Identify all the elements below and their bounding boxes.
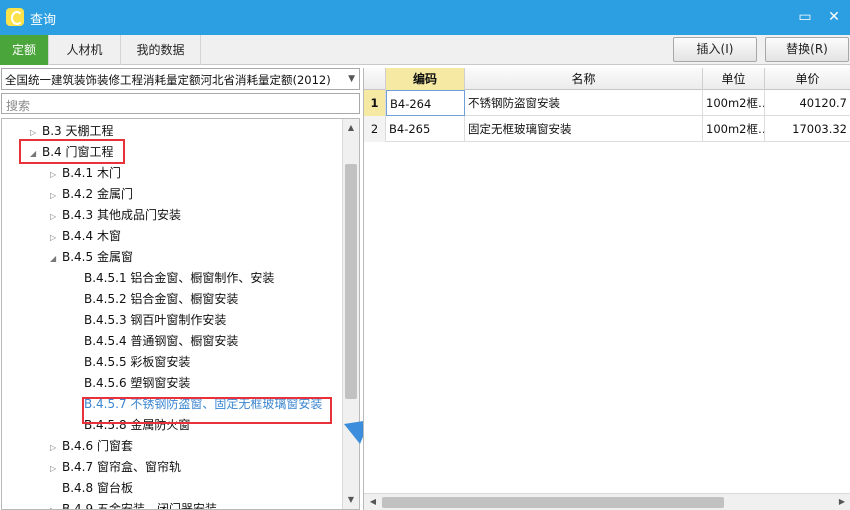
table-row[interactable]: 1 B4-264 不锈钢防盗窗安装 100m2框… 40120.7 [364,90,850,116]
cell-code[interactable]: B4-265 [386,116,465,142]
window-title: 查询 [30,13,57,28]
column-header-name[interactable]: 名称 [465,68,703,90]
tree-item-b454[interactable]: B.4.5.4 普通钢窗、橱窗安装 [84,331,238,352]
cell-unit[interactable]: 100m2框… [703,90,765,116]
insert-button[interactable]: 插入(I) [673,37,757,62]
row-index: 1 [364,90,386,116]
tree-item-b44[interactable]: ▷ B.4.4 木窗 [50,226,121,247]
scroll-thumb[interactable] [345,164,357,399]
title-bar: 查询 ▭ ✕ [0,0,850,35]
tree-item-b42[interactable]: ▷ B.4.2 金属门 [50,184,133,205]
expand-icon[interactable]: ▷ [50,437,62,458]
search-placeholder: 搜索 [6,99,31,113]
annotation-box-b4 [19,139,125,164]
expand-icon[interactable]: ▷ [50,458,62,479]
tree-item-b46[interactable]: ▷ B.4.6 门窗套 [50,436,133,457]
collapse-icon[interactable]: ◢ [50,248,62,269]
left-panel: 全国统一建筑装饰装修工程消耗量定额河北省消耗量定额(2012) ▼ 搜索 ▷ B.… [0,66,361,510]
quota-library-value: 全国统一建筑装饰装修工程消耗量定额河北省消耗量定额(2012) [5,73,331,87]
annotation-box-b457 [82,397,332,424]
scroll-down-icon[interactable]: ▼ [343,492,359,508]
close-icon[interactable]: ✕ [825,8,843,26]
tab-dinge[interactable]: 定额 [0,35,49,65]
replace-button[interactable]: 替换(R) [765,37,849,62]
tree-item-b47[interactable]: ▷ B.4.7 窗帘盒、窗帘轨 [50,457,181,478]
scroll-right-icon[interactable]: ▶ [834,494,850,510]
tree-item-b455[interactable]: B.4.5.5 彩板窗安装 [84,352,190,373]
tree-item-b452[interactable]: B.4.5.2 铝合金窗、橱窗安装 [84,289,238,310]
tree-item-b456[interactable]: B.4.5.6 塑钢窗安装 [84,373,190,394]
search-input[interactable]: 搜索 [1,93,360,114]
row-index: 2 [364,116,386,142]
tab-bar: 定额 人材机 我的数据 插入(I) 替换(R) [0,35,850,65]
expand-icon[interactable]: ▷ [50,164,62,185]
column-header-unit[interactable]: 单位 [703,68,765,90]
scroll-left-icon[interactable]: ◀ [365,494,381,510]
tree-item-b453[interactable]: B.4.5.3 钢百叶窗制作安装 [84,310,226,331]
scroll-thumb[interactable] [382,497,724,508]
quota-grid: 编码 名称 单位 单价 1 B4-264 不锈钢防盗窗安装 100m2框… 40… [363,68,850,510]
tree-item-b48[interactable]: B.4.8 窗台板 [62,478,133,499]
expand-icon[interactable]: ▷ [50,500,62,509]
cell-price[interactable]: 40120.7 [765,90,850,116]
cell-name[interactable]: 不锈钢防盗窗安装 [465,90,703,116]
cell-code[interactable]: B4-264 [386,90,465,116]
tab-my-data[interactable]: 我的数据 [121,35,201,65]
tab-rencaiji[interactable]: 人材机 [49,35,121,65]
chevron-down-icon[interactable]: ▼ [348,74,355,84]
tree-item-b49[interactable]: ▷B.4.9 五金安装、闭门器安装 [50,499,217,509]
table-row[interactable]: 2 B4-265 固定无框玻璃窗安装 100m2框… 17003.32 [364,116,850,142]
cell-price[interactable]: 17003.32 [765,116,850,142]
scroll-up-icon[interactable]: ▲ [343,120,359,136]
tree-item-b41[interactable]: ▷ B.4.1 木门 [50,163,121,184]
grid-header: 编码 名称 单位 单价 [364,68,850,90]
quota-library-select[interactable]: 全国统一建筑装饰装修工程消耗量定额河北省消耗量定额(2012) ▼ [1,68,360,90]
column-header-price[interactable]: 单价 [765,68,850,90]
tree-item-b451[interactable]: B.4.5.1 铝合金窗、橱窗制作、安装 [84,268,274,289]
expand-icon[interactable]: ▷ [50,227,62,248]
expand-icon[interactable]: ▷ [50,206,62,227]
app-logo-icon [6,8,24,26]
cell-name[interactable]: 固定无框玻璃窗安装 [465,116,703,142]
tree-item-b43[interactable]: ▷ B.4.3 其他成品门安装 [50,205,181,226]
maximize-icon[interactable]: ▭ [796,8,814,26]
tree-item-b45[interactable]: ◢ B.4.5 金属窗 [50,247,133,268]
grid-corner [364,68,386,90]
chapter-tree: ▷ B.3 天棚工程 ◢ B.4 门窗工程 ▷ B.4.1 木门 ▷ B.4.2 金属门… [1,118,360,510]
column-header-code[interactable]: 编码 [386,68,465,90]
expand-icon[interactable]: ▷ [50,185,62,206]
cell-unit[interactable]: 100m2框… [703,116,765,142]
query-window: 查询 ▭ ✕ 定额 人材机 我的数据 插入(I) 替换(R) 全国统一建筑装饰装… [0,0,850,510]
grid-horizontal-scrollbar[interactable]: ◀ ▶ [364,493,850,510]
